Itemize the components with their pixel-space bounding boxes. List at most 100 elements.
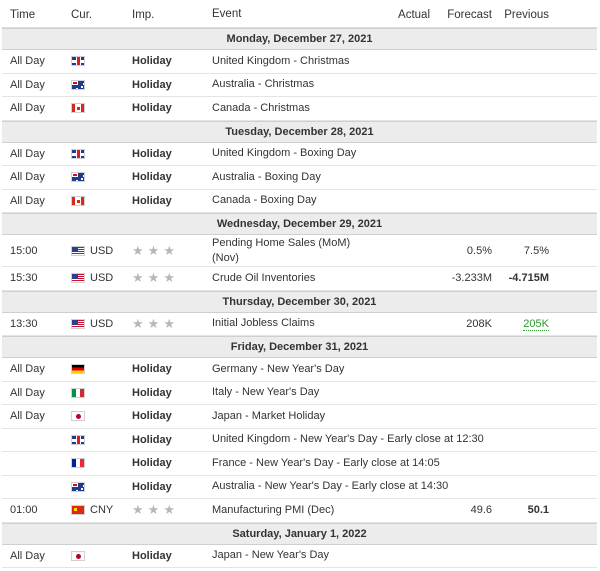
event-row[interactable]: All Day Holiday Germany - New Year's Day: [2, 358, 597, 382]
event-name[interactable]: Initial Jobless Claims: [206, 316, 377, 331]
economic-calendar: Time Cur. Imp. Event Actual Forecast Pre…: [2, 2, 597, 568]
event-row[interactable]: All Day Holiday United Kingdom - Boxing Da…: [2, 142, 597, 166]
event-row[interactable]: All Day Holiday Italy - New Year's Day: [2, 381, 597, 405]
event-row[interactable]: All Day Holiday United Kingdom - Christmas: [2, 50, 597, 74]
event-importance: Holiday: [132, 147, 172, 160]
event-name[interactable]: United Kingdom - New Year's Day - Early …: [206, 432, 484, 447]
event-currency: [64, 195, 122, 206]
usa-flag-icon: [71, 318, 85, 329]
calendar-header: Time Cur. Imp. Event Actual Forecast Pre…: [2, 2, 597, 28]
event-name[interactable]: France - New Year's Day - Early close at…: [206, 456, 440, 471]
event-importance: Holiday: [132, 480, 172, 493]
importance-stars: ★ ★ ★: [132, 242, 179, 258]
event-row[interactable]: Holiday United Kingdom - New Year's Day -…: [2, 428, 597, 452]
event-currency: [64, 411, 122, 422]
event-currency: [64, 103, 122, 114]
header-currency[interactable]: Cur.: [64, 9, 122, 21]
event-row[interactable]: 01:00 CNY ★ ★ ★ Manufacturing PMI (Dec) 49.6 50…: [2, 499, 597, 523]
event-row[interactable]: All Day Holiday Japan - New Year's Day: [2, 544, 597, 568]
australia-flag-icon: [71, 481, 85, 492]
event-time: 15:30: [10, 272, 38, 285]
event-row[interactable]: All Day Holiday Australia - Christmas: [2, 73, 597, 97]
event-time: All Day: [10, 171, 45, 184]
event-currency: USD: [64, 245, 122, 257]
event-currency: [64, 458, 122, 469]
event-time: All Day: [10, 386, 45, 399]
header-time[interactable]: Time: [2, 9, 64, 21]
star-icon: ★: [132, 315, 144, 331]
event-importance: Holiday: [132, 55, 172, 68]
event-row[interactable]: Holiday France - New Year's Day - Early c…: [2, 452, 597, 476]
event-previous: 7.5%: [523, 244, 549, 257]
japan-flag-icon: [71, 550, 85, 561]
importance-stars: ★ ★ ★: [132, 270, 179, 286]
event-name[interactable]: Canada - Boxing Day: [206, 193, 377, 208]
japan-flag-icon: [71, 411, 85, 422]
event-currency: [64, 434, 122, 445]
event-name[interactable]: United Kingdom - Boxing Day: [206, 146, 377, 161]
star-icon: ★: [147, 270, 160, 286]
event-row[interactable]: Holiday Australia - New Year's Day - Earl…: [2, 475, 597, 499]
header-forecast[interactable]: Forecast: [430, 9, 492, 21]
event-name-line2[interactable]: (Nov): [212, 251, 377, 266]
event-previous: 205K: [492, 317, 567, 331]
event-time: All Day: [10, 549, 45, 562]
event-time: 15:00: [10, 244, 38, 257]
event-time: 13:30: [10, 317, 38, 330]
event-name[interactable]: Pending Home Sales (MoM) (Nov): [206, 236, 377, 266]
event-name[interactable]: Canada - Christmas: [206, 101, 377, 116]
header-importance[interactable]: Imp.: [122, 9, 206, 21]
event-name[interactable]: Crude Oil Inventories: [206, 271, 377, 286]
event-row[interactable]: All Day Holiday Canada - Christmas: [2, 97, 597, 121]
usa-flag-icon: [71, 273, 85, 284]
australia-flag-icon: [71, 79, 85, 90]
star-icon: ★: [147, 242, 160, 258]
germany-flag-icon: [71, 364, 85, 375]
event-time: All Day: [10, 102, 45, 115]
event-name[interactable]: United Kingdom - Christmas: [206, 54, 377, 69]
event-name[interactable]: Australia - Christmas: [206, 77, 377, 92]
event-name[interactable]: Germany - New Year's Day: [206, 362, 377, 377]
event-importance: Holiday: [132, 386, 172, 399]
star-icon: ★: [163, 270, 175, 286]
event-time: All Day: [10, 78, 45, 91]
star-icon: ★: [147, 315, 160, 331]
event-currency: [64, 172, 122, 183]
event-row[interactable]: All Day Holiday Japan - Market Holiday: [2, 405, 597, 429]
event-forecast: 208K: [466, 317, 492, 330]
event-importance: Holiday: [132, 549, 172, 562]
event-currency: [64, 387, 122, 398]
event-row[interactable]: All Day Holiday Australia - Boxing Day: [2, 166, 597, 190]
event-importance: Holiday: [132, 457, 172, 470]
header-actual[interactable]: Actual: [377, 9, 430, 21]
event-row[interactable]: 13:30 USD ★ ★ ★ Initial Jobless Claims 208K 205…: [2, 312, 597, 336]
event-importance: ★ ★ ★: [122, 270, 206, 286]
importance-stars: ★ ★ ★: [132, 502, 179, 518]
event-row[interactable]: All Day Holiday Canada - Boxing Day: [2, 189, 597, 213]
calendar-body: Monday, December 27, 2021 All Day Holiday U…: [2, 28, 597, 568]
australia-flag-icon: [71, 172, 85, 183]
currency-code: CNY: [90, 504, 114, 517]
header-previous[interactable]: Previous: [492, 9, 567, 21]
event-row[interactable]: 15:00 USD ★ ★ ★ Pending Home Sales (MoM) (Nov)…: [2, 235, 597, 267]
event-currency: [64, 364, 122, 375]
event-time: All Day: [10, 147, 45, 160]
event-name[interactable]: Italy - New Year's Day: [206, 385, 377, 400]
event-name[interactable]: Australia - New Year's Day - Early close…: [206, 479, 448, 494]
event-name-line1[interactable]: Pending Home Sales (MoM): [212, 236, 377, 251]
event-importance: Holiday: [132, 171, 172, 184]
event-name[interactable]: Japan - Market Holiday: [206, 409, 377, 424]
event-name[interactable]: Manufacturing PMI (Dec): [206, 503, 377, 518]
event-name[interactable]: Japan - New Year's Day: [206, 548, 377, 563]
star-icon: ★: [132, 502, 144, 518]
star-icon: ★: [163, 502, 175, 518]
event-currency: [64, 79, 122, 90]
previous-value[interactable]: 205K: [523, 317, 549, 331]
event-name[interactable]: Australia - Boxing Day: [206, 170, 377, 185]
event-row[interactable]: 15:30 USD ★ ★ ★ Crude Oil Inventories -3.233M -…: [2, 267, 597, 291]
event-currency: [64, 481, 122, 492]
canada-flag-icon: [71, 195, 85, 206]
header-event[interactable]: Event: [206, 7, 377, 22]
event-previous: 50.1: [527, 504, 549, 517]
event-currency: [64, 56, 122, 67]
